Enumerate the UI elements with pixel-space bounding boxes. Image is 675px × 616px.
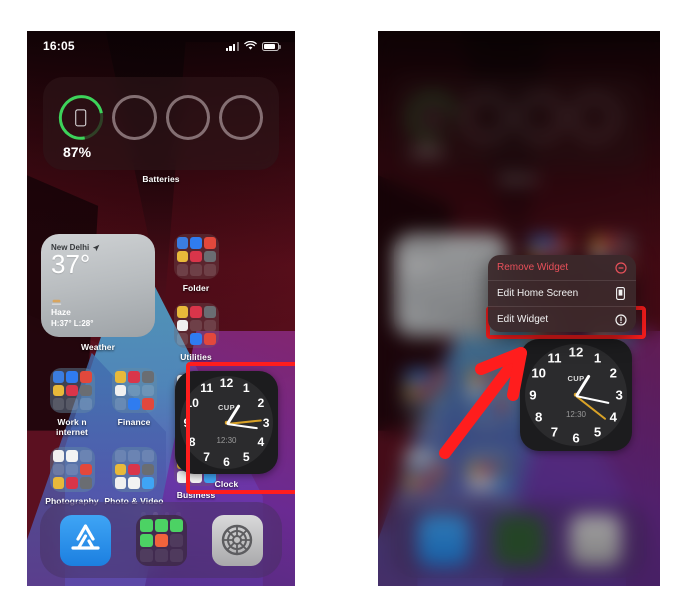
- folder-finance[interactable]: Finance: [103, 368, 165, 437]
- weather-condition: Haze: [51, 307, 71, 317]
- clock-numeral: 5: [593, 424, 602, 440]
- weather-high-low: H:37° L:28°: [51, 319, 94, 328]
- clock-digital-time: 12:30: [565, 409, 587, 419]
- battery-ring-active: [50, 86, 113, 149]
- haze-icon: [51, 299, 62, 305]
- dock-folder-icon[interactable]: [135, 514, 187, 566]
- battery-ring-empty: [112, 95, 157, 140]
- folder-photo-video[interactable]: Photo & Video: [103, 447, 165, 506]
- folder-utilities[interactable]: Utilities: [165, 303, 227, 362]
- folder-photography[interactable]: Photography: [41, 447, 103, 506]
- iphone-icon: [75, 109, 87, 126]
- dock-app-store-icon[interactable]: [59, 514, 111, 566]
- folder-work-n-internet[interactable]: Work n internet: [41, 368, 103, 437]
- menu-item-edit-home-screen[interactable]: Edit Home Screen: [488, 281, 636, 307]
- wifi-icon: [244, 41, 257, 50]
- weather-temperature: 37°: [51, 249, 91, 279]
- phone-screenshot-right: 87% Batteries New Delhi 37° Haze H:37° L…: [378, 31, 660, 586]
- batteries-widget[interactable]: 87%: [43, 77, 279, 170]
- weather-widget-label: Weather: [80, 342, 116, 352]
- battery-ring-empty: [165, 95, 210, 140]
- folder-label: Utilities: [180, 352, 212, 362]
- clock-numeral: 2: [609, 365, 617, 381]
- clock-numeral: 11: [547, 350, 562, 366]
- menu-item-label: Remove Widget: [497, 262, 569, 273]
- folder-folder[interactable]: Folder: [165, 234, 227, 293]
- red-arrow-pointing-to-edit-widget: [439, 347, 527, 459]
- folder-icon: [173, 234, 219, 279]
- folder-icon: [49, 368, 95, 413]
- menu-item-label: Edit Home Screen: [497, 288, 579, 299]
- clock-numeral: 3: [615, 387, 623, 403]
- folder-grid-row2: Work n internet Finance Photography Photo &…: [41, 368, 169, 516]
- folder-icon: [111, 368, 157, 413]
- folder-label: Folder: [182, 283, 210, 293]
- clock-numeral: 1: [593, 350, 602, 366]
- clock-numeral: 6: [572, 430, 580, 446]
- battery-rings: [50, 86, 263, 149]
- clock-numeral: 4: [609, 409, 617, 425]
- folder-icon: [49, 447, 95, 492]
- info-circle-icon: [614, 313, 627, 326]
- battery-icon: [262, 41, 281, 51]
- clock-numeral: 7: [550, 424, 559, 440]
- location-arrow-icon: [93, 244, 100, 251]
- folder-label: Work n internet: [56, 417, 88, 437]
- battery-percent: 87%: [63, 144, 92, 160]
- widget-context-menu[interactable]: Remove Widget Edit Home Screen Edit Widget: [488, 255, 636, 332]
- settings-gear-icon: [221, 524, 253, 556]
- dock: [40, 502, 282, 578]
- weather-widget[interactable]: New Delhi 37° Haze H:37° L:28°: [41, 234, 155, 337]
- status-time: 16:05: [43, 39, 75, 53]
- minus-circle-icon: [614, 261, 627, 274]
- dock-settings-icon[interactable]: [211, 514, 263, 566]
- status-bar: 16:05: [27, 31, 295, 61]
- folder-icon: [173, 303, 219, 348]
- folder-label: Finance: [117, 417, 151, 427]
- menu-item-remove-widget[interactable]: Remove Widget: [488, 255, 636, 281]
- clock-city-code: CUP: [567, 373, 585, 383]
- folder-icon: [111, 447, 157, 492]
- cellular-signal-icon: [225, 41, 239, 51]
- batteries-widget-label: Batteries: [142, 174, 180, 184]
- clock-widget-highlight: [186, 362, 295, 494]
- phone-screenshot-left: 16:05 87% Batteries New Delhi 37° Haze H…: [27, 31, 295, 586]
- iphone-icon: [614, 287, 627, 300]
- menu-item-label: Edit Widget: [497, 314, 549, 325]
- battery-ring-empty: [218, 95, 263, 140]
- clock-numeral: 12: [568, 344, 584, 360]
